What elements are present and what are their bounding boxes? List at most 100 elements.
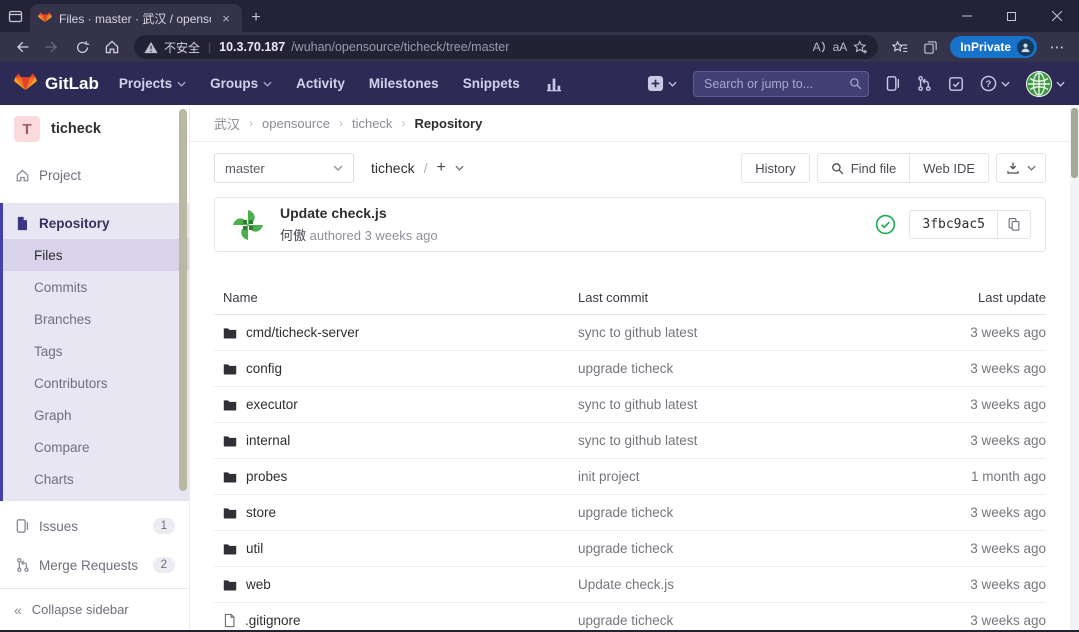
- user-menu[interactable]: [1026, 71, 1065, 97]
- close-window-button[interactable]: [1034, 0, 1079, 32]
- nav-projects[interactable]: Projects: [119, 76, 186, 91]
- nav-activity[interactable]: Activity: [296, 76, 345, 91]
- breadcrumb-project[interactable]: ticheck: [352, 116, 392, 131]
- file-name-link[interactable]: cmd/ticheck-server: [246, 325, 359, 340]
- url-path: /wuhan/opensource/ticheck/tree/master: [291, 40, 509, 54]
- new-menu-plus-icon[interactable]: [647, 75, 677, 92]
- file-name-link[interactable]: web: [246, 577, 271, 592]
- favorites-icon[interactable]: [886, 34, 914, 60]
- sidebar-scrollbar-thumb[interactable]: [179, 109, 187, 491]
- copy-icon: [1007, 217, 1021, 232]
- minimize-button[interactable]: [944, 0, 989, 32]
- todos-nav-icon[interactable]: [948, 76, 964, 92]
- new-tab-button[interactable]: +: [242, 4, 270, 32]
- commit-message-link[interactable]: sync to github latest: [578, 325, 926, 340]
- sidebar-item-merge-requests[interactable]: Merge Requests 2: [0, 549, 189, 581]
- web-ide-button[interactable]: Web IDE: [910, 153, 989, 183]
- commit-message-link[interactable]: init project: [578, 469, 926, 484]
- browser-tab[interactable]: Files · master · 武汉 / opensource ×: [30, 4, 242, 32]
- file-name-link[interactable]: probes: [246, 469, 287, 484]
- collections-icon[interactable]: [916, 34, 944, 60]
- collapse-sidebar-button[interactable]: « Collapse sidebar: [0, 588, 189, 630]
- inprivate-badge[interactable]: InPrivate: [950, 36, 1037, 58]
- commit-message-link[interactable]: sync to github latest: [578, 433, 926, 448]
- add-file-button[interactable]: +: [436, 159, 445, 177]
- sidebar-item-compare[interactable]: Compare: [3, 431, 189, 463]
- history-button[interactable]: History: [741, 153, 809, 183]
- nav-snippets[interactable]: Snippets: [463, 76, 520, 91]
- sidebar-item-repository[interactable]: Repository: [3, 207, 189, 239]
- last-update: 3 weeks ago: [926, 541, 1046, 556]
- home-icon[interactable]: [98, 34, 126, 60]
- last-update: 3 weeks ago: [926, 325, 1046, 340]
- last-update: 1 month ago: [926, 469, 1046, 484]
- statistics-chart-icon[interactable]: [546, 76, 562, 92]
- file-actions-group: Find file Web IDE: [817, 153, 989, 183]
- sidebar-item-commits[interactable]: Commits: [3, 271, 189, 303]
- last-update: 3 weeks ago: [926, 505, 1046, 520]
- help-menu-icon[interactable]: ?: [980, 75, 1010, 92]
- sidebar-item-files[interactable]: Files: [3, 239, 189, 271]
- commit-message-link[interactable]: upgrade ticheck: [578, 541, 926, 556]
- tab-actions-icon[interactable]: [0, 0, 30, 32]
- sidebar-item-issues[interactable]: Issues 1: [0, 510, 189, 542]
- commit-hash[interactable]: 3fbc9ac5: [910, 211, 997, 238]
- back-icon[interactable]: [8, 34, 36, 60]
- sidebar-item-branches[interactable]: Branches: [3, 303, 189, 335]
- project-header[interactable]: T ticheck: [0, 105, 189, 151]
- commit-author-link[interactable]: 何傲: [280, 228, 306, 243]
- file-name-link[interactable]: .gitignore: [245, 613, 301, 628]
- commit-info: Update check.js 何傲 authored 3 weeks ago: [280, 205, 438, 244]
- copy-hash-button[interactable]: [997, 211, 1030, 238]
- nav-milestones[interactable]: Milestones: [369, 76, 439, 91]
- commit-message-link[interactable]: Update check.js: [578, 577, 926, 592]
- breadcrumb-group[interactable]: 武汉: [214, 114, 240, 133]
- breadcrumb-subgroup[interactable]: opensource: [262, 116, 330, 131]
- maximize-button[interactable]: [989, 0, 1034, 32]
- mr-count-badge: 2: [153, 557, 175, 573]
- sidebar-item-graph[interactable]: Graph: [3, 399, 189, 431]
- add-file-caret-icon[interactable]: [455, 165, 464, 171]
- profile-avatar: [1017, 39, 1034, 56]
- add-favorite-icon[interactable]: [853, 40, 868, 55]
- repository-doc-icon: [14, 216, 30, 231]
- commit-message-link[interactable]: upgrade ticheck: [578, 361, 926, 376]
- branch-selector[interactable]: master: [214, 153, 354, 183]
- table-header: Name Last commit Last update: [214, 281, 1046, 315]
- pipeline-status-icon[interactable]: [875, 214, 896, 235]
- search-input[interactable]: [693, 71, 869, 97]
- table-row: store upgrade ticheck 3 weeks ago: [214, 495, 1046, 531]
- file-name-link[interactable]: store: [246, 505, 276, 520]
- file-name-link[interactable]: executor: [246, 397, 298, 412]
- merge-requests-nav-icon[interactable]: [916, 75, 932, 92]
- sidebar-item-project[interactable]: Project: [0, 159, 189, 191]
- sidebar-item-charts[interactable]: Charts: [3, 463, 189, 495]
- page-scrollbar-thumb[interactable]: [1071, 108, 1078, 178]
- commit-message-link[interactable]: sync to github latest: [578, 397, 926, 412]
- gitlab-brand[interactable]: GitLab: [14, 73, 99, 95]
- issues-nav-icon[interactable]: [885, 75, 900, 92]
- commit-message-link[interactable]: upgrade ticheck: [578, 505, 926, 520]
- find-file-button[interactable]: Find file: [817, 153, 911, 183]
- translate-icon[interactable]: aA: [833, 40, 848, 54]
- window-controls: [944, 0, 1079, 32]
- nav-groups[interactable]: Groups: [210, 76, 272, 91]
- address-bar[interactable]: 不安全 | 10.3.70.187 /wuhan/opensource/tich…: [134, 35, 878, 59]
- commit-message-link[interactable]: upgrade ticheck: [578, 613, 926, 628]
- page-scrollbar[interactable]: [1070, 105, 1079, 630]
- path-project-link[interactable]: ticheck: [371, 160, 415, 176]
- search-icon[interactable]: [849, 77, 862, 90]
- file-name-link[interactable]: util: [246, 541, 263, 556]
- file-name-link[interactable]: internal: [246, 433, 290, 448]
- sidebar-item-contributors[interactable]: Contributors: [3, 367, 189, 399]
- refresh-icon[interactable]: [68, 34, 96, 60]
- tab-close-icon[interactable]: ×: [218, 11, 234, 26]
- download-source-button[interactable]: [996, 153, 1046, 183]
- sidebar-item-tags[interactable]: Tags: [3, 335, 189, 367]
- settings-menu-icon[interactable]: ⋯: [1043, 34, 1071, 60]
- repo-path: ticheck / +: [371, 159, 464, 177]
- read-aloud-icon[interactable]: A: [813, 40, 827, 54]
- file-name-link[interactable]: config: [246, 361, 282, 376]
- commit-title-link[interactable]: Update check.js: [280, 205, 438, 221]
- security-label[interactable]: 不安全: [164, 39, 200, 56]
